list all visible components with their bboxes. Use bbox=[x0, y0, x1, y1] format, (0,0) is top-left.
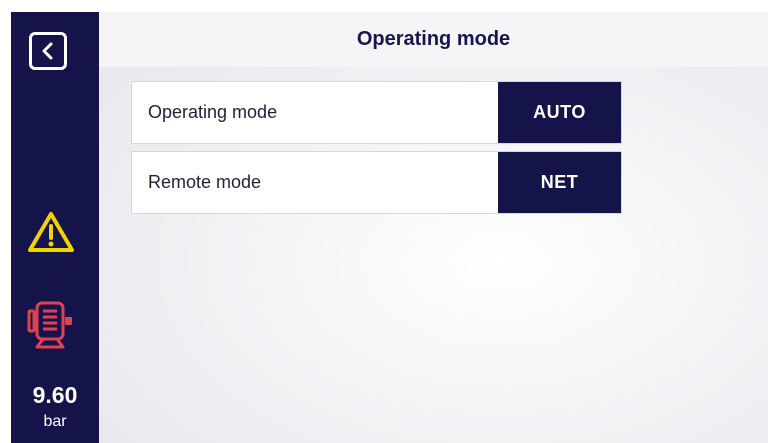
setting-row-operating-mode[interactable]: Operating mode AUTO bbox=[131, 81, 622, 144]
page-title: Operating mode bbox=[99, 12, 768, 67]
chevron-left-icon bbox=[42, 42, 53, 60]
setting-label: Operating mode bbox=[148, 102, 278, 122]
main-panel bbox=[99, 12, 768, 443]
warning-triangle-icon[interactable] bbox=[27, 210, 75, 254]
setting-value-button[interactable]: NET bbox=[498, 152, 621, 213]
back-button[interactable] bbox=[29, 32, 67, 70]
pressure-unit: bar bbox=[43, 413, 67, 430]
motor-icon[interactable] bbox=[25, 297, 75, 351]
pressure-value: 9.60 bbox=[32, 382, 78, 408]
setting-label: Remote mode bbox=[148, 172, 262, 192]
setting-row-remote-mode[interactable]: Remote mode NET bbox=[131, 151, 622, 214]
setting-value-button[interactable]: AUTO bbox=[498, 82, 621, 143]
